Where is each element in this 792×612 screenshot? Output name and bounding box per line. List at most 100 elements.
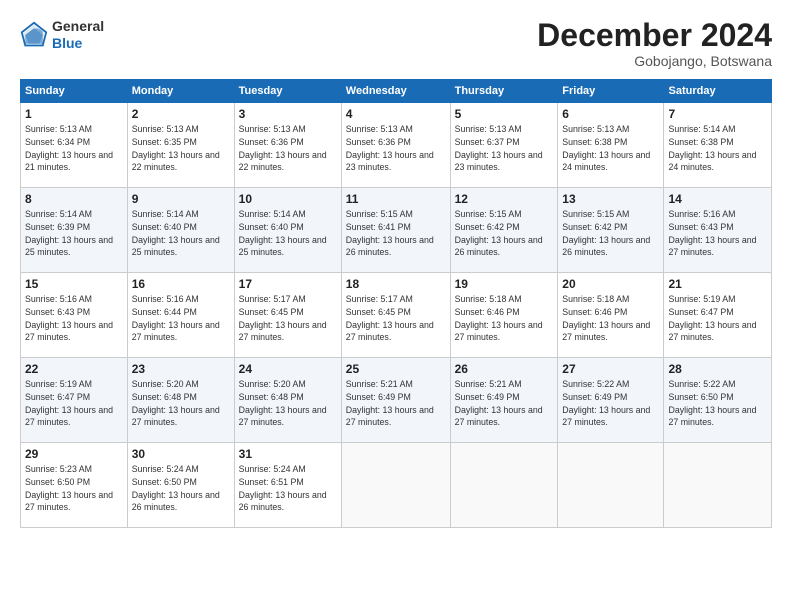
day-number: 28 (668, 362, 767, 376)
month-title: December 2024 (537, 18, 772, 53)
calendar-cell: 14 Sunrise: 5:16 AMSunset: 6:43 PMDaylig… (664, 188, 772, 273)
calendar-cell: 10 Sunrise: 5:14 AMSunset: 6:40 PMDaylig… (234, 188, 341, 273)
calendar-cell: 22 Sunrise: 5:19 AMSunset: 6:47 PMDaylig… (21, 358, 128, 443)
day-info: Sunrise: 5:14 AMSunset: 6:38 PMDaylight:… (668, 123, 767, 174)
calendar-cell: 28 Sunrise: 5:22 AMSunset: 6:50 PMDaylig… (664, 358, 772, 443)
logo: General Blue (20, 18, 104, 52)
day-info: Sunrise: 5:13 AMSunset: 6:36 PMDaylight:… (346, 123, 446, 174)
day-number: 3 (239, 107, 337, 121)
col-saturday: Saturday (664, 80, 772, 103)
day-number: 2 (132, 107, 230, 121)
day-number: 15 (25, 277, 123, 291)
title-block: December 2024 Gobojango, Botswana (537, 18, 772, 69)
header: General Blue December 2024 Gobojango, Bo… (20, 18, 772, 69)
day-info: Sunrise: 5:17 AMSunset: 6:45 PMDaylight:… (346, 293, 446, 344)
calendar-cell: 9 Sunrise: 5:14 AMSunset: 6:40 PMDayligh… (127, 188, 234, 273)
day-info: Sunrise: 5:16 AMSunset: 6:43 PMDaylight:… (25, 293, 123, 344)
logo-text: General Blue (52, 18, 104, 52)
calendar-cell: 4 Sunrise: 5:13 AMSunset: 6:36 PMDayligh… (341, 103, 450, 188)
day-info: Sunrise: 5:18 AMSunset: 6:46 PMDaylight:… (455, 293, 554, 344)
day-info: Sunrise: 5:19 AMSunset: 6:47 PMDaylight:… (25, 378, 123, 429)
day-info: Sunrise: 5:13 AMSunset: 6:36 PMDaylight:… (239, 123, 337, 174)
col-tuesday: Tuesday (234, 80, 341, 103)
calendar-cell: 17 Sunrise: 5:17 AMSunset: 6:45 PMDaylig… (234, 273, 341, 358)
day-info: Sunrise: 5:13 AMSunset: 6:35 PMDaylight:… (132, 123, 230, 174)
page: General Blue December 2024 Gobojango, Bo… (0, 0, 792, 612)
calendar-cell: 1 Sunrise: 5:13 AMSunset: 6:34 PMDayligh… (21, 103, 128, 188)
day-number: 18 (346, 277, 446, 291)
day-number: 8 (25, 192, 123, 206)
calendar-cell: 30 Sunrise: 5:24 AMSunset: 6:50 PMDaylig… (127, 443, 234, 528)
calendar-cell: 31 Sunrise: 5:24 AMSunset: 6:51 PMDaylig… (234, 443, 341, 528)
calendar-cell (450, 443, 558, 528)
day-info: Sunrise: 5:16 AMSunset: 6:44 PMDaylight:… (132, 293, 230, 344)
calendar-cell (558, 443, 664, 528)
day-number: 14 (668, 192, 767, 206)
day-info: Sunrise: 5:19 AMSunset: 6:47 PMDaylight:… (668, 293, 767, 344)
calendar-cell (341, 443, 450, 528)
day-info: Sunrise: 5:24 AMSunset: 6:50 PMDaylight:… (132, 463, 230, 514)
calendar-cell: 16 Sunrise: 5:16 AMSunset: 6:44 PMDaylig… (127, 273, 234, 358)
calendar-cell: 2 Sunrise: 5:13 AMSunset: 6:35 PMDayligh… (127, 103, 234, 188)
day-info: Sunrise: 5:21 AMSunset: 6:49 PMDaylight:… (346, 378, 446, 429)
day-number: 19 (455, 277, 554, 291)
day-info: Sunrise: 5:14 AMSunset: 6:40 PMDaylight:… (132, 208, 230, 259)
day-number: 31 (239, 447, 337, 461)
day-info: Sunrise: 5:14 AMSunset: 6:40 PMDaylight:… (239, 208, 337, 259)
calendar-cell (664, 443, 772, 528)
calendar-cell: 7 Sunrise: 5:14 AMSunset: 6:38 PMDayligh… (664, 103, 772, 188)
calendar-row-1: 1 Sunrise: 5:13 AMSunset: 6:34 PMDayligh… (21, 103, 772, 188)
col-friday: Friday (558, 80, 664, 103)
calendar-table: Sunday Monday Tuesday Wednesday Thursday… (20, 79, 772, 528)
day-number: 9 (132, 192, 230, 206)
calendar-cell: 29 Sunrise: 5:23 AMSunset: 6:50 PMDaylig… (21, 443, 128, 528)
calendar-cell: 6 Sunrise: 5:13 AMSunset: 6:38 PMDayligh… (558, 103, 664, 188)
day-info: Sunrise: 5:13 AMSunset: 6:34 PMDaylight:… (25, 123, 123, 174)
calendar-cell: 15 Sunrise: 5:16 AMSunset: 6:43 PMDaylig… (21, 273, 128, 358)
day-info: Sunrise: 5:16 AMSunset: 6:43 PMDaylight:… (668, 208, 767, 259)
day-info: Sunrise: 5:15 AMSunset: 6:42 PMDaylight:… (562, 208, 659, 259)
day-info: Sunrise: 5:20 AMSunset: 6:48 PMDaylight:… (239, 378, 337, 429)
calendar-header-row: Sunday Monday Tuesday Wednesday Thursday… (21, 80, 772, 103)
day-info: Sunrise: 5:22 AMSunset: 6:50 PMDaylight:… (668, 378, 767, 429)
location: Gobojango, Botswana (537, 53, 772, 69)
day-number: 26 (455, 362, 554, 376)
calendar-cell: 21 Sunrise: 5:19 AMSunset: 6:47 PMDaylig… (664, 273, 772, 358)
day-info: Sunrise: 5:15 AMSunset: 6:41 PMDaylight:… (346, 208, 446, 259)
day-info: Sunrise: 5:21 AMSunset: 6:49 PMDaylight:… (455, 378, 554, 429)
day-number: 16 (132, 277, 230, 291)
calendar-row-3: 15 Sunrise: 5:16 AMSunset: 6:43 PMDaylig… (21, 273, 772, 358)
day-number: 21 (668, 277, 767, 291)
calendar-cell: 23 Sunrise: 5:20 AMSunset: 6:48 PMDaylig… (127, 358, 234, 443)
logo-general: General (52, 18, 104, 35)
day-number: 24 (239, 362, 337, 376)
calendar-cell: 8 Sunrise: 5:14 AMSunset: 6:39 PMDayligh… (21, 188, 128, 273)
calendar-cell: 27 Sunrise: 5:22 AMSunset: 6:49 PMDaylig… (558, 358, 664, 443)
logo-blue: Blue (52, 35, 104, 52)
col-wednesday: Wednesday (341, 80, 450, 103)
day-info: Sunrise: 5:18 AMSunset: 6:46 PMDaylight:… (562, 293, 659, 344)
calendar-cell: 18 Sunrise: 5:17 AMSunset: 6:45 PMDaylig… (341, 273, 450, 358)
day-number: 30 (132, 447, 230, 461)
calendar-row-2: 8 Sunrise: 5:14 AMSunset: 6:39 PMDayligh… (21, 188, 772, 273)
day-number: 22 (25, 362, 123, 376)
day-number: 13 (562, 192, 659, 206)
day-number: 20 (562, 277, 659, 291)
day-number: 4 (346, 107, 446, 121)
day-number: 11 (346, 192, 446, 206)
calendar-cell: 11 Sunrise: 5:15 AMSunset: 6:41 PMDaylig… (341, 188, 450, 273)
calendar-cell: 3 Sunrise: 5:13 AMSunset: 6:36 PMDayligh… (234, 103, 341, 188)
day-number: 1 (25, 107, 123, 121)
day-number: 12 (455, 192, 554, 206)
day-number: 7 (668, 107, 767, 121)
day-info: Sunrise: 5:13 AMSunset: 6:38 PMDaylight:… (562, 123, 659, 174)
day-info: Sunrise: 5:17 AMSunset: 6:45 PMDaylight:… (239, 293, 337, 344)
day-number: 29 (25, 447, 123, 461)
day-info: Sunrise: 5:14 AMSunset: 6:39 PMDaylight:… (25, 208, 123, 259)
calendar-cell: 5 Sunrise: 5:13 AMSunset: 6:37 PMDayligh… (450, 103, 558, 188)
calendar-cell: 26 Sunrise: 5:21 AMSunset: 6:49 PMDaylig… (450, 358, 558, 443)
calendar-cell: 12 Sunrise: 5:15 AMSunset: 6:42 PMDaylig… (450, 188, 558, 273)
calendar-row-4: 22 Sunrise: 5:19 AMSunset: 6:47 PMDaylig… (21, 358, 772, 443)
calendar-row-5: 29 Sunrise: 5:23 AMSunset: 6:50 PMDaylig… (21, 443, 772, 528)
day-number: 17 (239, 277, 337, 291)
